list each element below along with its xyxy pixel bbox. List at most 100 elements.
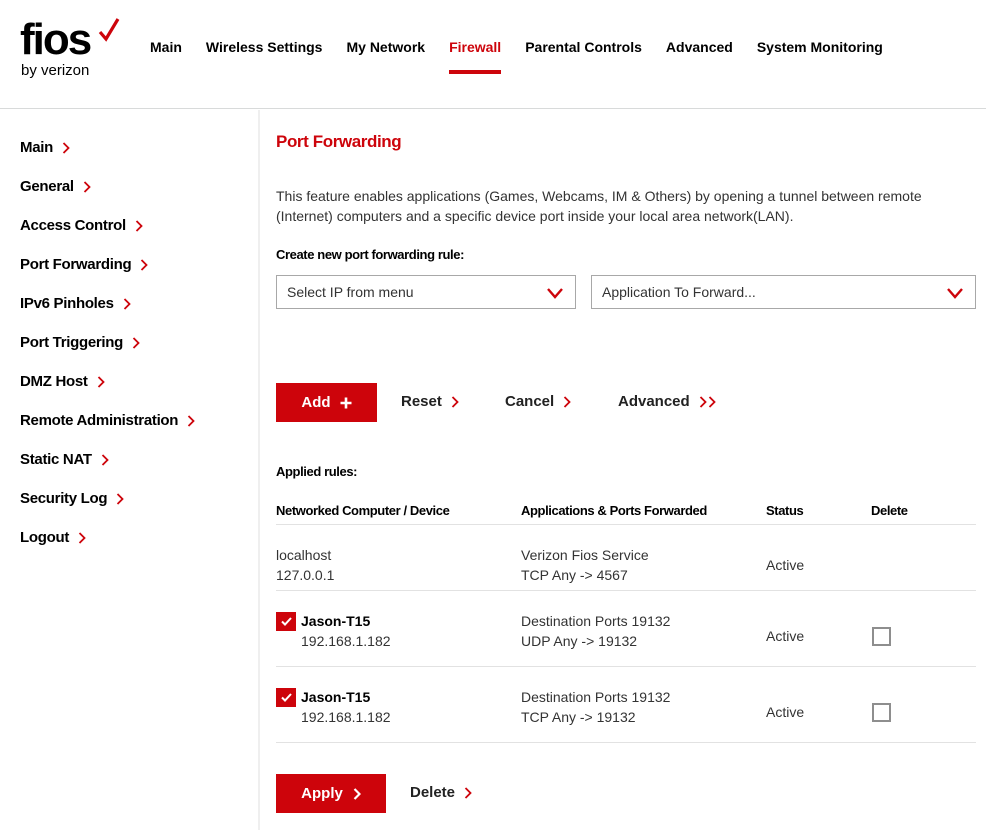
sidebar-item-label: General (20, 178, 74, 195)
chevron-right-icon (188, 414, 195, 427)
topnav-my-network[interactable]: My Network (346, 38, 425, 56)
topnav-wireless-settings[interactable]: Wireless Settings (206, 38, 323, 56)
sidebar-item-label: Access Control (20, 217, 126, 234)
device-ip: 192.168.1.182 (301, 633, 391, 649)
reset-button[interactable]: Reset (401, 393, 459, 410)
advanced-button-label: Advanced (618, 393, 690, 410)
sidebar-item-dmz-host[interactable]: DMZ Host (20, 373, 105, 390)
chevron-right-icon (464, 786, 472, 799)
select-ip-value: Select IP from menu (287, 284, 414, 300)
device-name: Jason-T15 (301, 613, 371, 629)
sidebar-item-access-control[interactable]: Access Control (20, 217, 143, 234)
sidebar-item-port-triggering[interactable]: Port Triggering (20, 334, 140, 351)
chevron-right-icon (123, 297, 131, 310)
column-header-status: Status (766, 503, 804, 518)
chevron-right-icon (564, 395, 571, 408)
plus-icon (340, 397, 352, 408)
page-description: This feature enables applications (Games… (276, 188, 922, 224)
sidebar-item-general[interactable]: General (20, 178, 91, 195)
sidebar-item-label: DMZ Host (20, 373, 88, 390)
column-header-device: Networked Computer / Device (276, 503, 450, 518)
rule-status: Active (766, 704, 805, 720)
sidebar-item-remote-administration[interactable]: Remote Administration (20, 412, 195, 429)
topnav-advanced[interactable]: Advanced (666, 38, 733, 56)
cancel-button[interactable]: Cancel (505, 393, 571, 410)
page-title: Port Forwarding (276, 132, 402, 151)
sidebar-item-label: Static NAT (20, 451, 92, 468)
application-name: Verizon Fios Service (521, 547, 649, 563)
applied-rules-label: Applied rules: (276, 464, 358, 479)
topnav-system-monitoring[interactable]: System Monitoring (757, 38, 883, 56)
sidebar-item-port-forwarding[interactable]: Port Forwarding (20, 256, 149, 273)
logo-word: fios (20, 15, 92, 64)
select-ip-dropdown[interactable]: Select IP from menu (276, 275, 576, 309)
sidebar-item-label: Logout (20, 529, 70, 546)
chevron-right-icon (78, 531, 86, 544)
application-to-forward-dropdown[interactable]: Application To Forward... (591, 275, 976, 309)
sidebar-item-label: Main (20, 139, 53, 156)
sidebar-item-label: Port Forwarding (20, 256, 132, 273)
rule-enabled-checkbox[interactable] (276, 688, 296, 707)
create-rule-label: Create new port forwarding rule: (276, 247, 465, 262)
device-name: Jason-T15 (301, 689, 371, 705)
header: fios by verizon Main Wireless Settings M… (0, 0, 986, 109)
delete-button[interactable]: Delete (410, 784, 472, 801)
sidebar-item-security-log[interactable]: Security Log (20, 490, 125, 507)
apply-button-label: Apply (301, 785, 343, 802)
topnav-firewall[interactable]: Firewall (449, 38, 502, 74)
column-header-applications: Applications & Ports Forwarded (521, 503, 707, 518)
sidebar-item-label: Remote Administration (20, 412, 179, 429)
topnav-parental-controls[interactable]: Parental Controls (525, 38, 642, 56)
cancel-button-label: Cancel (505, 393, 555, 410)
chevron-right-icon (141, 258, 149, 271)
topnav-main[interactable]: Main (150, 38, 182, 56)
sidebar-item-label: Security Log (20, 490, 108, 507)
chevron-right-icon (117, 492, 125, 505)
table-divider (276, 666, 976, 667)
sidebar: Main General Access Control Port Forward… (0, 110, 260, 830)
sidebar-item-label: IPv6 Pinholes (20, 295, 114, 312)
advanced-button[interactable]: Advanced (618, 393, 717, 410)
device-name: localhost (276, 547, 332, 563)
chevron-right-icon (451, 395, 459, 408)
application-name: Destination Ports 19132 (521, 613, 671, 629)
chevron-down-icon (547, 288, 563, 299)
column-header-delete: Delete (871, 503, 908, 518)
delete-rule-checkbox[interactable] (872, 627, 891, 646)
chevron-right-icon (62, 141, 70, 154)
apply-button[interactable]: Apply (276, 774, 386, 813)
application-ports: UDP Any -> 19132 (521, 633, 638, 649)
chevron-right-icon (353, 787, 361, 800)
application-ports: TCP Any -> 4567 (521, 567, 628, 583)
chevron-right-icon (101, 453, 109, 466)
table-divider (276, 524, 976, 525)
chevron-right-icon (132, 336, 140, 349)
device-ip: 192.168.1.182 (301, 709, 391, 725)
checkmark-icon (280, 693, 292, 702)
rule-status: Active (766, 557, 805, 573)
sidebar-item-label: Port Triggering (20, 334, 124, 351)
delete-button-label: Delete (410, 784, 456, 801)
chevron-right-icon (97, 375, 105, 388)
chevron-right-icon (83, 180, 91, 193)
sidebar-item-static-nat[interactable]: Static NAT (20, 451, 109, 468)
add-button[interactable]: Add (276, 383, 377, 422)
application-to-forward-value: Application To Forward... (602, 284, 756, 300)
fios-logo[interactable]: fios by verizon (20, 18, 130, 82)
table-divider (276, 590, 976, 591)
sidebar-item-logout[interactable]: Logout (20, 529, 86, 546)
chevron-right-icon (135, 219, 143, 232)
checkmark-icon (280, 617, 292, 626)
rule-status: Active (766, 628, 805, 644)
table-divider (276, 742, 976, 743)
logo-subtitle: by verizon (21, 62, 90, 79)
rule-enabled-checkbox[interactable] (276, 612, 296, 631)
application-name: Destination Ports 19132 (521, 689, 671, 705)
sidebar-item-main[interactable]: Main (20, 139, 70, 156)
sidebar-item-ipv6-pinholes[interactable]: IPv6 Pinholes (20, 295, 131, 312)
add-button-label: Add (301, 394, 331, 411)
delete-rule-checkbox[interactable] (872, 703, 891, 722)
chevron-down-icon (947, 288, 963, 299)
double-chevron-right-icon (699, 395, 716, 408)
device-ip: 127.0.0.1 (276, 567, 335, 583)
